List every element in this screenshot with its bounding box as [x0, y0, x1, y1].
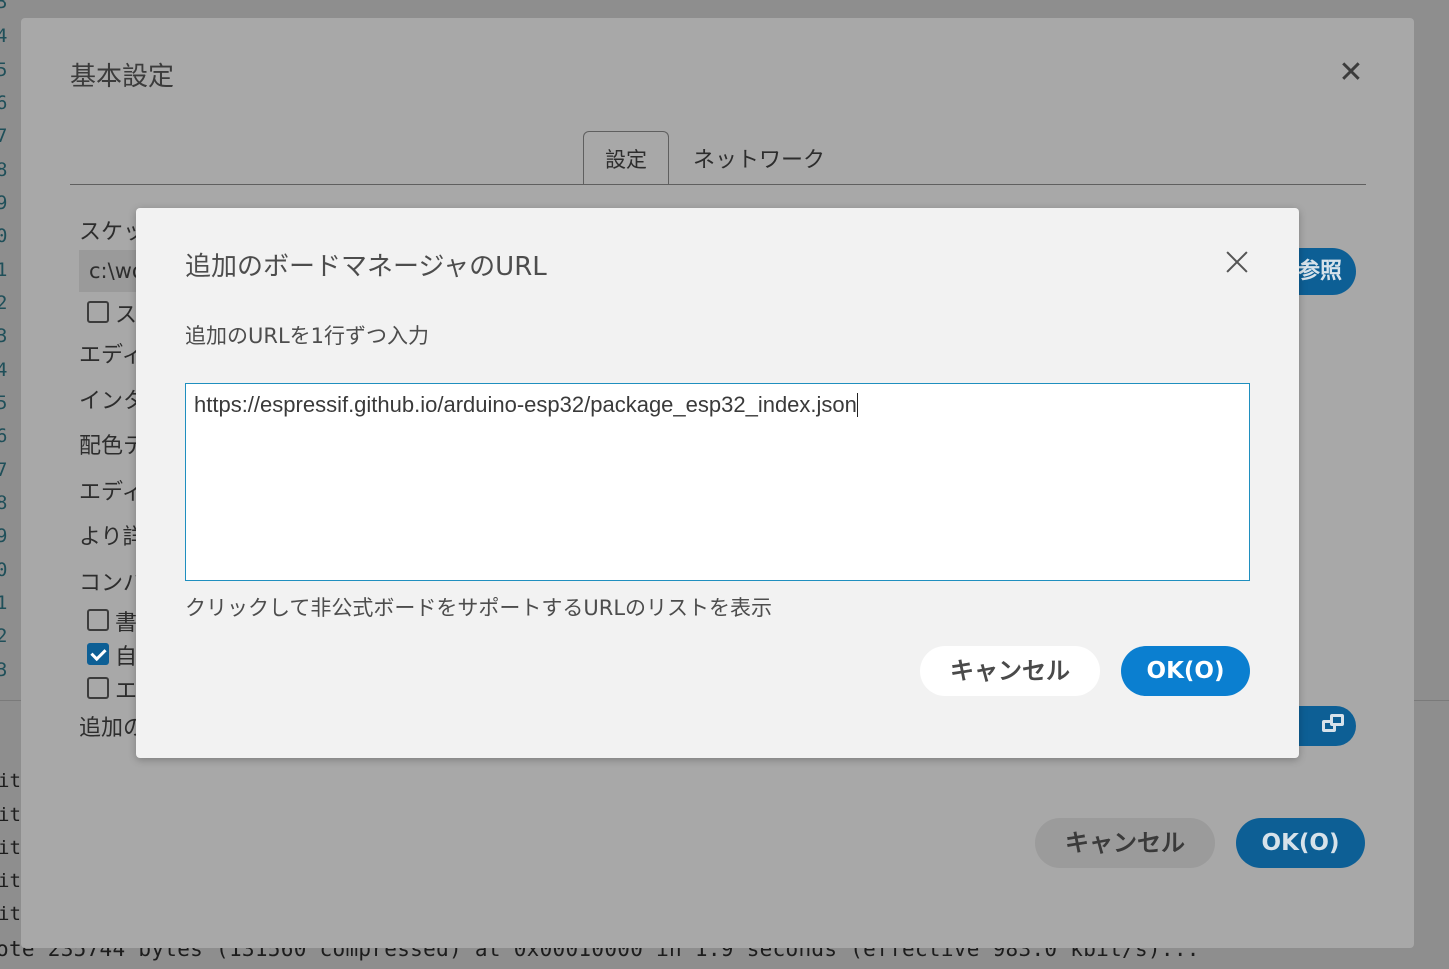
line-number: 6	[0, 425, 8, 447]
window-icon	[1330, 714, 1344, 726]
line-number: 1	[0, 592, 8, 614]
text-caret	[856, 393, 858, 417]
checkbox-label: エ	[115, 679, 138, 704]
checkbox[interactable]	[87, 609, 109, 631]
console-line: it	[0, 804, 21, 826]
line-number: 5	[0, 392, 8, 414]
line-number: 3	[0, 659, 8, 681]
board-manager-urls-dialog: 追加のボードマネージャのURL 追加のURLを1行ずつ入力 https://es…	[136, 208, 1299, 758]
checkbox-label: 書	[115, 611, 138, 636]
console-line: it	[0, 770, 21, 792]
textarea-value: https://espressif.github.io/arduino-esp3…	[194, 392, 857, 417]
ok-button[interactable]: OK(O)	[1236, 818, 1365, 868]
line-number: 4	[0, 25, 8, 47]
line-number: 2	[0, 625, 8, 647]
line-number: 9	[0, 192, 8, 214]
line-number: 9	[0, 525, 8, 547]
settings-label: より詳	[79, 525, 145, 550]
checkbox-label: ス	[115, 303, 138, 328]
line-number: 3	[0, 325, 8, 347]
line-number: 5	[0, 59, 8, 81]
settings-label: エディ	[79, 343, 144, 368]
console-line: it	[0, 903, 21, 925]
line-number: 4	[0, 359, 8, 381]
dialog-title: 追加のボードマネージャのURL	[185, 252, 547, 282]
checkbox[interactable]	[87, 677, 109, 699]
close-icon[interactable]: ✕	[1337, 58, 1365, 88]
dialog-description: 追加のURLを1行ずつ入力	[185, 324, 430, 348]
ok-button[interactable]: OK(O)	[1121, 646, 1250, 696]
line-number: 7	[0, 125, 8, 147]
line-number: 8	[0, 159, 8, 181]
tab-divider	[70, 184, 1366, 185]
line-number-gutter: 3 4 5 6 7 8 9 0 1 2 3 4 5 6 7 8 9 0 1 2 …	[0, 0, 14, 700]
checkbox-checked[interactable]	[87, 643, 109, 665]
line-number: 0	[0, 225, 8, 247]
checkbox[interactable]	[87, 301, 109, 323]
settings-label: エディ	[79, 480, 144, 505]
line-number: 7	[0, 459, 8, 481]
line-number: 6	[0, 92, 8, 114]
close-icon[interactable]	[1223, 248, 1251, 276]
checkbox-label: 自	[115, 645, 138, 670]
unofficial-boards-link[interactable]: クリックして非公式ボードをサポートするURLのリストを表示	[185, 592, 772, 622]
line-number: 1	[0, 259, 8, 281]
cancel-button[interactable]: キャンセル	[920, 646, 1100, 696]
line-number: 2	[0, 292, 8, 314]
urls-textarea[interactable]: https://espressif.github.io/arduino-esp3…	[185, 383, 1250, 581]
tab-settings[interactable]: 設定	[583, 131, 669, 185]
tab-network[interactable]: ネットワーク	[693, 142, 825, 174]
line-number: 8	[0, 492, 8, 514]
line-number: 0	[0, 559, 8, 581]
console-line: it	[0, 870, 21, 892]
line-number: 3	[0, 0, 8, 13]
preferences-title: 基本設定	[70, 62, 175, 92]
console-line: it	[0, 837, 21, 859]
cancel-button[interactable]: キャンセル	[1035, 818, 1215, 868]
